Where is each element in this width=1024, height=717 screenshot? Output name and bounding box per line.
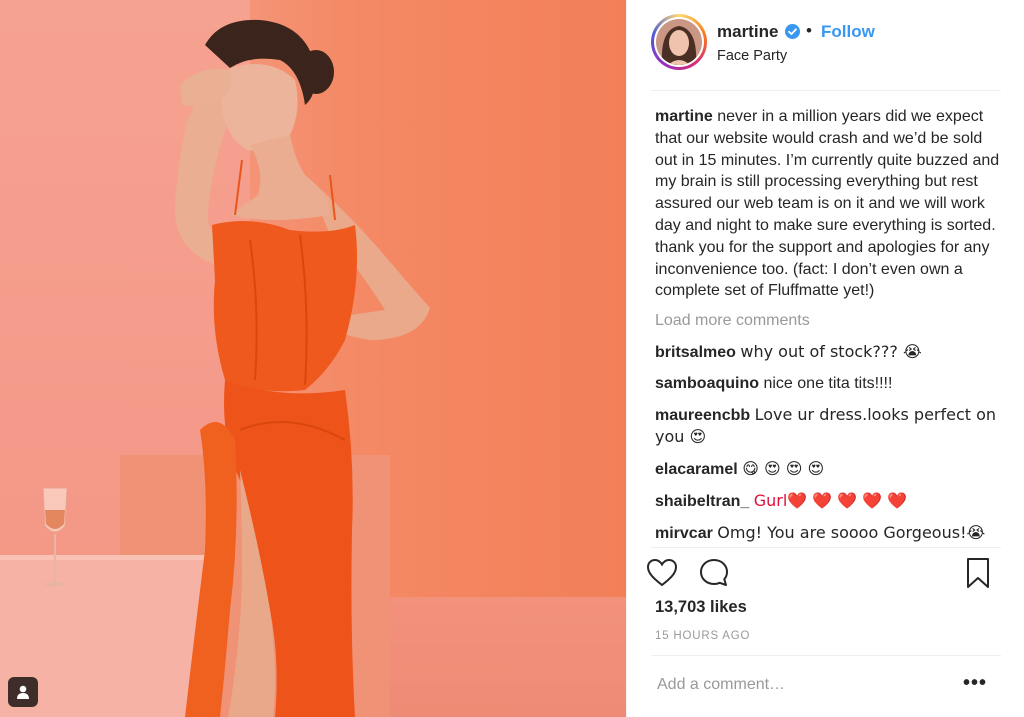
- comment-username[interactable]: shaibeltran_: [655, 493, 749, 510]
- comment-username[interactable]: maureencbb: [655, 407, 750, 424]
- post-header: martine • Follow Face Party: [627, 0, 1024, 90]
- caption-text: never in a million years did we expect t…: [655, 108, 1000, 300]
- follow-button[interactable]: Follow: [821, 22, 875, 42]
- more-options-button[interactable]: •••: [963, 672, 987, 695]
- comment-item: elacaramel 😋 😍 😍 😍: [655, 458, 1003, 481]
- comment-text: 😋 😍 😍 😍: [742, 459, 825, 479]
- separator-dot: •: [806, 21, 812, 40]
- verified-badge-icon: [785, 24, 800, 39]
- comment-username[interactable]: elacaramel: [655, 461, 738, 478]
- add-comment-input[interactable]: Add a comment…: [657, 676, 785, 694]
- post-panel: martine • Follow Face Party martine neve…: [626, 0, 1024, 717]
- post-photo[interactable]: [0, 0, 626, 717]
- post-timestamp[interactable]: 15 HOURS AGO: [655, 630, 750, 642]
- location-link[interactable]: Face Party: [717, 48, 787, 64]
- comment-item: samboaquino nice one tita tits!!!!: [655, 373, 1003, 395]
- user-tag-icon: [17, 685, 29, 699]
- caption: martine never in a million years did we …: [655, 106, 1003, 302]
- comment-item: shaibeltran_ Gurl❤️ ❤️ ❤️ ❤️ ❤️: [655, 490, 1003, 513]
- likes-count[interactable]: 13,703 likes: [655, 598, 747, 617]
- comment-text: nice one tita tits!!!!: [763, 374, 893, 392]
- comment-icon[interactable]: [697, 556, 731, 590]
- comment-text: why out of stock??? 😭: [740, 341, 922, 361]
- comment-username[interactable]: britsalmeo: [655, 344, 736, 361]
- load-more-comments-button[interactable]: Load more comments: [655, 310, 1003, 332]
- caption-username[interactable]: martine: [655, 108, 713, 125]
- user-tag-button[interactable]: [8, 677, 38, 707]
- comment-username[interactable]: mirvcar: [655, 525, 713, 542]
- action-bar: [627, 548, 1024, 598]
- comments-list[interactable]: martine never in a million years did we …: [655, 106, 1003, 546]
- comment-item: britsalmeo why out of stock??? 😭: [655, 341, 1003, 364]
- comment-text: Gurl❤️ ❤️ ❤️ ❤️ ❤️: [753, 490, 908, 510]
- comment-text: Omg! You are soooo Gorgeous!😭: [717, 522, 986, 542]
- bookmark-icon[interactable]: [961, 556, 995, 590]
- wine-glass: [42, 487, 68, 587]
- avatar-image: [656, 19, 702, 65]
- username-link[interactable]: martine: [717, 22, 778, 42]
- comment-divider: [651, 655, 1001, 656]
- comment-item: mirvcar Omg! You are soooo Gorgeous!😭: [655, 522, 1003, 545]
- heart-icon[interactable]: [645, 556, 679, 590]
- comment-item: maureencbb Love ur dress.looks perfect o…: [655, 404, 1003, 450]
- header-divider: [651, 90, 1001, 91]
- avatar[interactable]: [651, 14, 707, 70]
- model-figure: [175, 19, 430, 717]
- comment-username[interactable]: samboaquino: [655, 375, 759, 392]
